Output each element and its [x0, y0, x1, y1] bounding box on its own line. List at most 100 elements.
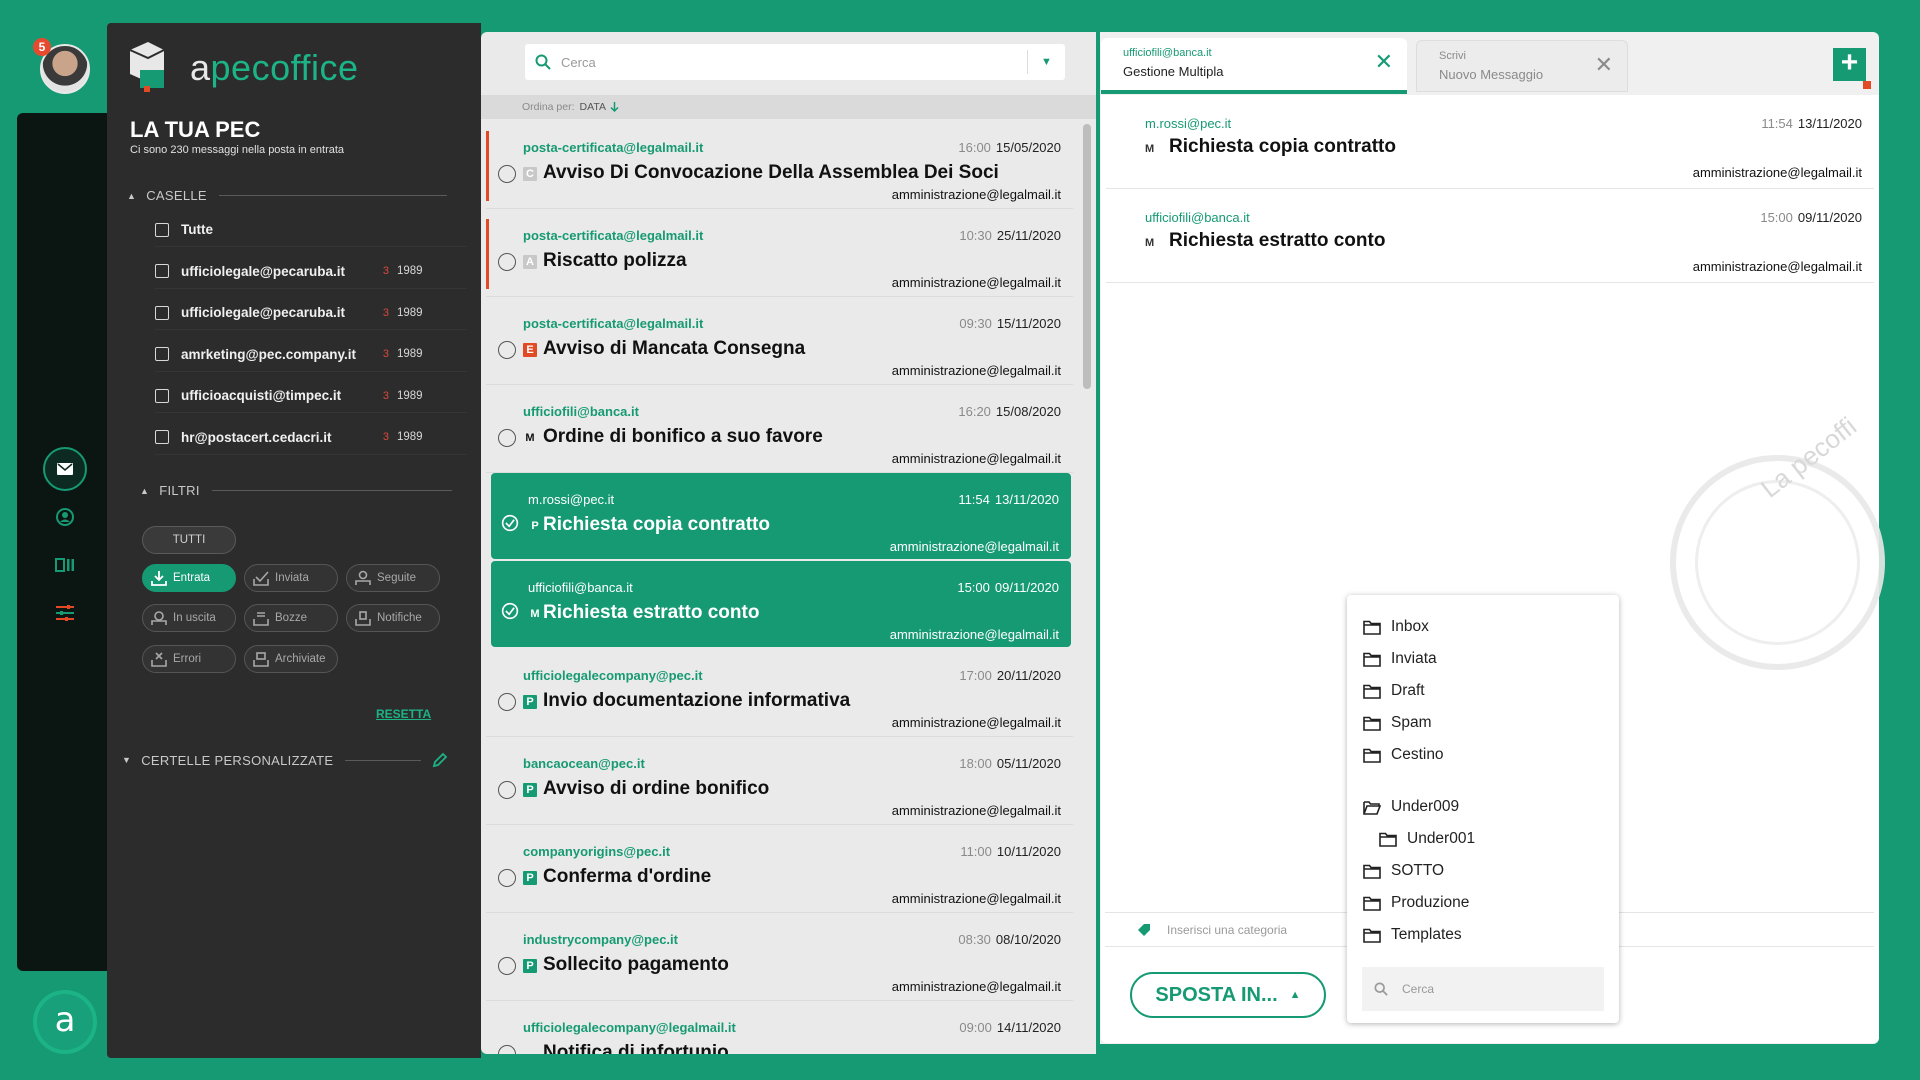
folder-item[interactable]: Cestino — [1347, 739, 1619, 771]
mailbox-checkbox[interactable] — [155, 222, 169, 237]
message-sender: ufficiofili@banca.it — [528, 580, 633, 595]
search-bar[interactable]: Cerca ▼ — [525, 44, 1065, 80]
mailbox-checkbox[interactable] — [155, 305, 169, 320]
folder-item[interactable]: Under009 — [1347, 791, 1619, 823]
folder-item[interactable]: Draft — [1347, 675, 1619, 707]
message-type-tag: C — [523, 167, 537, 181]
checked-circle-icon[interactable] — [501, 514, 519, 532]
custom-folders-header[interactable]: ▼ CERTELLE PERSONALIZZATE — [122, 751, 449, 769]
reset-filters-link[interactable]: RESETTA — [376, 707, 431, 721]
filter-inviata[interactable]: Inviata — [244, 564, 338, 592]
mailbox-all[interactable]: Tutte — [155, 213, 467, 247]
message-subject: Invio documentazione informativa — [543, 690, 851, 711]
close-tab-icon[interactable]: ✕ — [1375, 51, 1393, 73]
user-icon[interactable] — [43, 495, 87, 539]
filter-seguite[interactable]: Seguite — [346, 564, 440, 592]
folder-item[interactable]: Produzione — [1347, 887, 1619, 919]
mail-icon[interactable] — [43, 447, 87, 491]
brand-icon[interactable]: a — [37, 994, 93, 1050]
sort-bar[interactable]: Ordina per: DATA — [481, 95, 1096, 119]
select-radio[interactable] — [498, 693, 516, 711]
filter-notifiche[interactable]: Notifiche — [346, 604, 440, 632]
select-radio[interactable] — [498, 957, 516, 975]
cards-icon[interactable] — [43, 543, 87, 587]
message-sender: posta-certificata@legalmail.it — [523, 140, 704, 155]
message-row[interactable]: ufficiofili@banca.it 16:20 15/08/2020 M Ordi… — [486, 385, 1073, 473]
caret-up-icon: ▲ — [1289, 989, 1301, 1001]
select-radio[interactable] — [498, 341, 516, 359]
tab-gestione-multipla[interactable]: ufficiofili@banca.it Gestione Multipla ✕ — [1101, 38, 1407, 94]
mailbox-item[interactable]: hr@postacert.cedacri.it 3 1989 — [155, 421, 467, 455]
search-input[interactable]: Cerca — [561, 55, 1027, 70]
select-radio[interactable] — [498, 869, 516, 887]
mailbox-item[interactable]: ufficioacquisti@timpec.it 3 1989 — [155, 379, 467, 413]
mailbox-item[interactable]: ufficiolegale@pecaruba.it 3 1989 — [155, 296, 467, 330]
message-type-tag: P — [523, 959, 537, 973]
message-row[interactable]: posta-certificata@legalmail.it 16:00 15/05… — [486, 121, 1073, 209]
select-radio[interactable] — [498, 165, 516, 183]
category-input[interactable]: Inserisci una categoria — [1167, 923, 1287, 937]
message-sender: bancaocean@pec.it — [523, 756, 645, 771]
filter-entrata[interactable]: Entrata — [142, 564, 236, 592]
arrow-down-icon — [610, 102, 619, 112]
filter-bozze[interactable]: Bozze — [244, 604, 338, 632]
filtri-section-header[interactable]: ▲ FILTRI — [140, 483, 452, 498]
watermark-ring — [1695, 480, 1860, 645]
select-radio[interactable] — [498, 253, 516, 271]
message-datetime: 16:20 15/08/2020 — [958, 404, 1061, 419]
folder-open-icon — [1363, 800, 1381, 815]
unread-count: 3 — [382, 348, 389, 360]
filter-tutti[interactable]: TUTTI — [142, 526, 236, 554]
filter-errori[interactable]: Errori — [142, 645, 236, 673]
total-count: 1989 — [397, 265, 423, 277]
folder-item[interactable]: Inbox — [1347, 611, 1619, 643]
selected-message-card[interactable]: m.rossi@pec.it 11:54 13/11/2020 M Richiesta … — [1106, 95, 1874, 189]
filter-archiviate[interactable]: Archiviate — [244, 645, 338, 673]
checked-circle-icon[interactable] — [501, 602, 519, 620]
sliders-icon[interactable] — [43, 591, 87, 635]
mailbox-checkbox[interactable] — [155, 264, 169, 278]
sort-value[interactable]: DATA — [580, 101, 606, 113]
folder-item[interactable]: SOTTO — [1347, 855, 1619, 887]
indicator-dot — [1863, 81, 1871, 89]
message-row[interactable]: posta-certificata@legalmail.it 10:30 25/11… — [486, 209, 1073, 297]
caselle-section-header[interactable]: ▲ CASELLE — [127, 188, 447, 203]
folder-item[interactable]: Under001 — [1347, 823, 1619, 855]
select-radio[interactable] — [498, 781, 516, 799]
edit-pencil-icon[interactable] — [431, 751, 449, 769]
folder-item[interactable]: Spam — [1347, 707, 1619, 739]
message-row[interactable]: m.rossi@pec.it 11:54 13/11/2020 P Richiesta … — [491, 473, 1071, 559]
chevron-down-icon[interactable]: ▼ — [1027, 50, 1065, 74]
message-recipient: amministrazione@legalmail.it — [891, 187, 1061, 202]
move-to-button[interactable]: SPOSTA IN... ▲ — [1130, 972, 1326, 1018]
mailbox-checkbox[interactable] — [155, 347, 169, 361]
mailbox-checkbox[interactable] — [155, 430, 169, 444]
folder-search-input[interactable]: Cerca — [1362, 967, 1604, 1011]
new-tab-button[interactable]: + — [1833, 48, 1866, 81]
mailbox-item[interactable]: amrketing@pec.company.it 3 1989 — [155, 338, 467, 372]
tab-nuovo-messaggio[interactable]: Scrivi Nuovo Messaggio ✕ — [1416, 40, 1628, 92]
filter-in-uscita[interactable]: In uscita — [142, 604, 236, 632]
message-row[interactable]: ufficiolegalecompany@pec.it 17:00 20/11/20… — [486, 649, 1073, 737]
message-row[interactable]: companyorigins@pec.it 11:00 10/11/2020 P Con… — [486, 825, 1073, 913]
folder-icon — [1363, 896, 1381, 911]
message-row[interactable]: ufficiofili@banca.it 15:00 09/11/2020 M Rich… — [491, 561, 1071, 647]
tag-icon — [1138, 923, 1150, 936]
folder-item[interactable]: Inviata — [1347, 643, 1619, 675]
message-row[interactable]: bancaocean@pec.it 18:00 05/11/2020 P Avviso … — [486, 737, 1073, 825]
message-row[interactable]: industrycompany@pec.it 08:30 08/10/2020 P So… — [486, 913, 1073, 1001]
message-row[interactable]: posta-certificata@legalmail.it 09:30 15/11… — [486, 297, 1073, 385]
folder-item[interactable]: Templates — [1347, 919, 1619, 951]
message-row[interactable]: ufficiolegalecompany@legalmail.it 09:00 14… — [486, 1001, 1073, 1054]
selected-message-card[interactable]: ufficiofili@banca.it 15:00 09/11/2020 M Rich… — [1106, 189, 1874, 283]
folder-label: Under009 — [1391, 798, 1460, 815]
scrollbar[interactable] — [1083, 124, 1091, 389]
close-tab-icon[interactable]: ✕ — [1595, 54, 1613, 76]
mailbox-label: amrketing@pec.company.it — [181, 346, 356, 362]
mailbox-checkbox[interactable] — [155, 388, 169, 403]
select-radio[interactable] — [498, 1045, 516, 1054]
folder-label: Templates — [1391, 926, 1462, 943]
folder-label: Produzione — [1391, 894, 1470, 911]
mailbox-item[interactable]: ufficiolegale@pecaruba.it 3 1989 — [155, 255, 467, 289]
select-radio[interactable] — [498, 429, 516, 447]
